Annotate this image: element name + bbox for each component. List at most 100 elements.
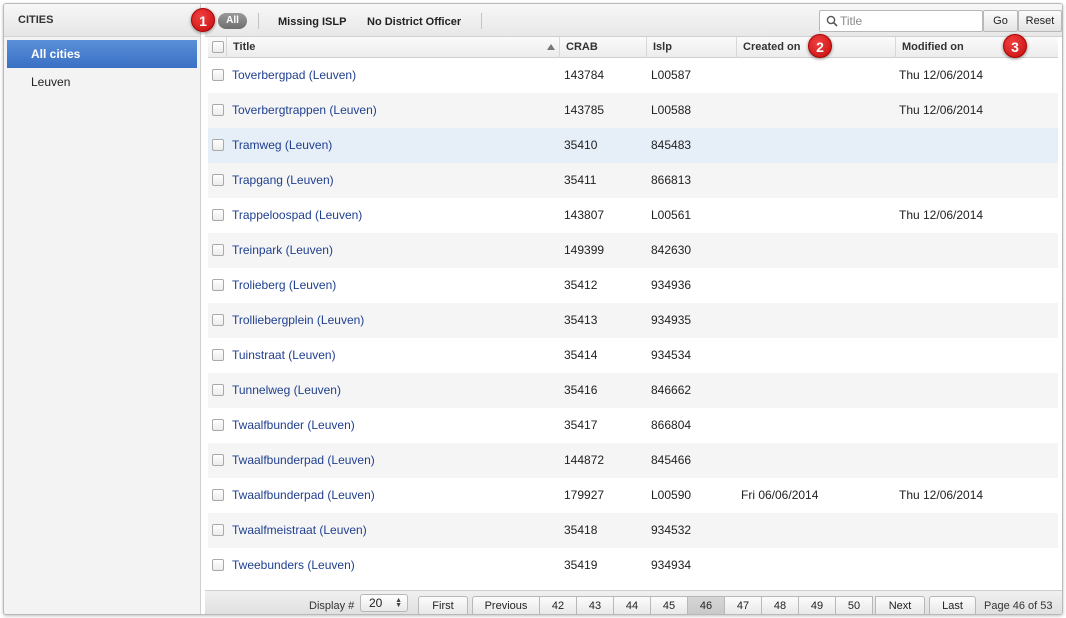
- row-checkbox[interactable]: [212, 244, 224, 256]
- filter-all-button[interactable]: All: [218, 13, 247, 29]
- table-row[interactable]: Tunnelweg (Leuven) 35416 846662: [208, 373, 1058, 408]
- row-checkbox[interactable]: [212, 384, 224, 396]
- table-row[interactable]: Twaalfbunderpad (Leuven) 144872 845466: [208, 443, 1058, 478]
- cell-title[interactable]: Treinpark (Leuven): [232, 233, 333, 268]
- pagination-bar: Display # 20 ▲ ▼ First Previous 42 43 44 45 4…: [205, 590, 1062, 614]
- page-number-button[interactable]: 50: [836, 596, 873, 614]
- cell-islp: L00561: [651, 208, 692, 222]
- row-checkbox[interactable]: [212, 314, 224, 326]
- page-number-button[interactable]: 49: [799, 596, 836, 614]
- app-window: CITIES All cities Leuven All Missing ISL…: [3, 3, 1063, 615]
- cell-created-on: Fri 06/06/2014: [741, 488, 819, 502]
- row-checkbox[interactable]: [212, 559, 224, 571]
- cell-title[interactable]: Tweebunders (Leuven): [232, 548, 355, 583]
- sidebar-item-leuven[interactable]: Leuven: [7, 68, 197, 96]
- column-header-title[interactable]: Title: [227, 37, 560, 58]
- row-checkbox[interactable]: [212, 524, 224, 536]
- cell-title[interactable]: Twaalfbunderpad (Leuven): [232, 478, 375, 513]
- cell-islp: 934934: [651, 558, 692, 572]
- table-row[interactable]: Trolieberg (Leuven) 35412 934936: [208, 268, 1058, 303]
- filter-missing-islp-button[interactable]: Missing ISLP: [278, 16, 346, 28]
- row-checkbox[interactable]: [212, 104, 224, 116]
- row-checkbox[interactable]: [212, 454, 224, 466]
- cell-islp: 842630: [651, 243, 692, 257]
- cell-title[interactable]: Trappeloospad (Leuven): [232, 198, 362, 233]
- row-checkbox[interactable]: [212, 279, 224, 291]
- row-checkbox[interactable]: [212, 174, 224, 186]
- main-panel: All Missing ISLP No District Officer Go …: [205, 4, 1062, 614]
- callout-badge-1: 1: [191, 8, 215, 32]
- toolbar: All Missing ISLP No District Officer Go …: [205, 4, 1062, 37]
- page-number-button[interactable]: 47: [725, 596, 762, 614]
- cell-title[interactable]: Twaalfbunder (Leuven): [232, 408, 355, 443]
- table-row[interactable]: Trolliebergplein (Leuven) 35413 934935: [208, 303, 1058, 338]
- cell-title[interactable]: Toverbergpad (Leuven): [232, 58, 356, 93]
- cell-crab: 35410: [564, 138, 598, 152]
- cell-crab: 35412: [564, 278, 598, 292]
- cell-islp: L00590: [651, 488, 692, 502]
- page-number-button[interactable]: 45: [651, 596, 688, 614]
- table-row[interactable]: Tuinstraat (Leuven) 35414 934534: [208, 338, 1058, 373]
- column-header-islp[interactable]: Islp: [647, 37, 737, 58]
- cell-title[interactable]: Tunnelweg (Leuven): [232, 373, 341, 408]
- table-row[interactable]: Trappeloospad (Leuven) 143807 L00561 Thu 12…: [208, 198, 1058, 233]
- search-box: [819, 10, 983, 32]
- cell-title[interactable]: Toverbergtrappen (Leuven): [232, 93, 377, 128]
- cell-islp: 934936: [651, 278, 692, 292]
- search-icon: [826, 15, 838, 27]
- cell-title[interactable]: Twaalfmeistraat (Leuven): [232, 513, 367, 548]
- row-checkbox[interactable]: [212, 139, 224, 151]
- table-row[interactable]: Tramweg (Leuven) 35410 845483: [208, 128, 1058, 163]
- select-all-checkbox[interactable]: [212, 41, 224, 53]
- previous-page-button[interactable]: Previous: [472, 596, 540, 614]
- table-row[interactable]: Treinpark (Leuven) 149399 842630: [208, 233, 1058, 268]
- reset-button[interactable]: Reset: [1018, 10, 1062, 32]
- column-title-label: Title: [233, 41, 256, 53]
- cell-islp: 934935: [651, 313, 692, 327]
- table-row[interactable]: Toverbergtrappen (Leuven) 143785 L00588 Thu…: [208, 93, 1058, 128]
- filter-no-district-officer-button[interactable]: No District Officer: [367, 16, 461, 28]
- display-count-select[interactable]: 20 ▲ ▼: [360, 594, 408, 612]
- last-page-button[interactable]: Last: [929, 596, 976, 614]
- row-checkbox[interactable]: [212, 69, 224, 81]
- page-number-button[interactable]: 46: [688, 596, 725, 614]
- row-checkbox[interactable]: [212, 419, 224, 431]
- cell-islp: L00588: [651, 103, 692, 117]
- table-row[interactable]: Toverbergpad (Leuven) 143784 L00587 Thu 12/…: [208, 58, 1058, 93]
- row-checkbox[interactable]: [212, 209, 224, 221]
- cell-title[interactable]: Trolieberg (Leuven): [232, 268, 336, 303]
- cell-modified-on: Thu 12/06/2014: [899, 103, 984, 117]
- page-number-button[interactable]: 48: [762, 596, 799, 614]
- column-header-crab[interactable]: CRAB: [560, 37, 647, 58]
- first-page-button[interactable]: First: [418, 596, 468, 614]
- table-row[interactable]: Tweebunders (Leuven) 35419 934934: [208, 548, 1058, 583]
- table-row[interactable]: Twaalfbunder (Leuven) 35417 866804: [208, 408, 1058, 443]
- cell-title[interactable]: Tramweg (Leuven): [232, 128, 332, 163]
- callout-badge-2: 2: [808, 34, 832, 58]
- column-header-modified-on[interactable]: Modified on: [896, 37, 1058, 58]
- cell-title[interactable]: Trapgang (Leuven): [232, 163, 334, 198]
- cell-islp: 845483: [651, 138, 692, 152]
- cell-title[interactable]: Tuinstraat (Leuven): [232, 338, 336, 373]
- table-row[interactable]: Trapgang (Leuven) 35411 866813: [208, 163, 1058, 198]
- cell-islp: 866804: [651, 418, 692, 432]
- go-button[interactable]: Go: [983, 10, 1018, 32]
- table-row[interactable]: Twaalfmeistraat (Leuven) 35418 934532: [208, 513, 1058, 548]
- page-number-button[interactable]: 44: [614, 596, 651, 614]
- cell-crab: 35411: [564, 173, 597, 187]
- cell-title[interactable]: Trolliebergplein (Leuven): [232, 303, 364, 338]
- next-page-button[interactable]: Next: [875, 596, 925, 614]
- display-count-label: Display #: [309, 600, 355, 612]
- cell-crab: 144872: [564, 453, 605, 467]
- page-number-button[interactable]: 43: [577, 596, 614, 614]
- select-arrows-icon: ▲ ▼: [395, 597, 402, 609]
- display-count-value: 20: [369, 596, 383, 610]
- page-number-button[interactable]: 42: [540, 596, 577, 614]
- sidebar-item-all-cities[interactable]: All cities: [7, 40, 197, 68]
- cell-title[interactable]: Twaalfbunderpad (Leuven): [232, 443, 375, 478]
- cell-crab: 35418: [564, 523, 598, 537]
- table-row[interactable]: Twaalfbunderpad (Leuven) 179927 L00590 Fri …: [208, 478, 1058, 513]
- row-checkbox[interactable]: [212, 489, 224, 501]
- search-input[interactable]: [840, 13, 978, 29]
- row-checkbox[interactable]: [212, 349, 224, 361]
